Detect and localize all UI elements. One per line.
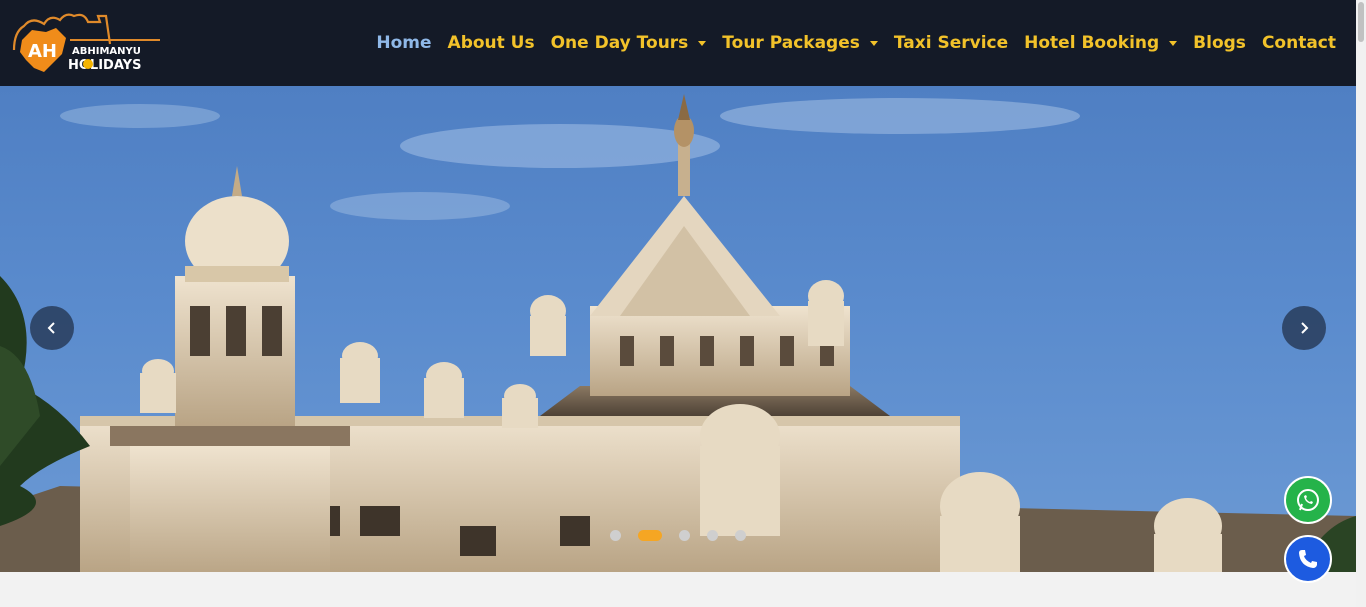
hero-image [0,94,1356,572]
nav-item-label: Hotel Booking [1024,33,1160,53]
slider-dot[interactable] [610,530,621,541]
logo-line1-text: ABHIMANYU [72,46,141,57]
phone-icon [1299,550,1317,568]
nav-item-label: Contact [1261,33,1336,53]
chevron-left-icon [47,322,55,334]
caret-down-icon [698,40,707,46]
page-scrollbar[interactable] [1356,0,1366,607]
site-header: AH ABHIMANYU HOLIDAYS Home About Us One Da… [0,0,1356,86]
caret-down-icon [1169,40,1178,46]
caret-down-icon [869,40,878,46]
nav-item-contact[interactable]: Contact [1262,33,1336,53]
nav-item-taxi-service[interactable]: Taxi Service [894,33,1008,53]
chevron-right-icon [1301,322,1309,334]
nav-item-label: Taxi Service [893,33,1009,53]
nav-item-tour-packages[interactable]: Tour Packages [722,33,878,53]
nav-item-label: Home [376,33,432,53]
slider-dot[interactable] [735,530,746,541]
nav-item-one-day-tours[interactable]: One Day Tours [551,33,707,53]
logo-icon: AH ABHIMANYU HOLIDAYS [12,13,160,73]
whatsapp-icon [1297,489,1319,511]
slider-next-button[interactable] [1282,306,1326,350]
nav-item-about-us[interactable]: About Us [448,33,535,53]
nav-item-label: One Day Tours [550,33,689,53]
hero-slider [0,86,1356,572]
slider-prev-button[interactable] [30,306,74,350]
slider-dot[interactable] [679,530,690,541]
slider-dot[interactable] [707,530,718,541]
nav-item-label: About Us [447,33,535,53]
logo-line2-text: HOLIDAYS [68,58,141,73]
whatsapp-button[interactable] [1284,476,1332,524]
nav-item-label: Blogs [1193,33,1246,53]
slider-dot[interactable] [638,530,662,541]
logo-initials-text: AH [28,41,57,62]
call-button[interactable] [1284,535,1332,583]
slider-dots [610,530,763,541]
main-nav: Home About Us One Day Tours Tour Packages Ta… [360,0,1336,86]
nav-item-hotel-booking[interactable]: Hotel Booking [1024,33,1178,53]
scrollbar-thumb[interactable] [1358,2,1364,42]
page: AH ABHIMANYU HOLIDAYS Home About Us One Da… [0,0,1356,607]
nav-item-home[interactable]: Home [376,33,431,53]
nav-item-label: Tour Packages [722,33,860,53]
site-logo[interactable]: AH ABHIMANYU HOLIDAYS [10,10,170,76]
nav-item-blogs[interactable]: Blogs [1193,33,1246,53]
